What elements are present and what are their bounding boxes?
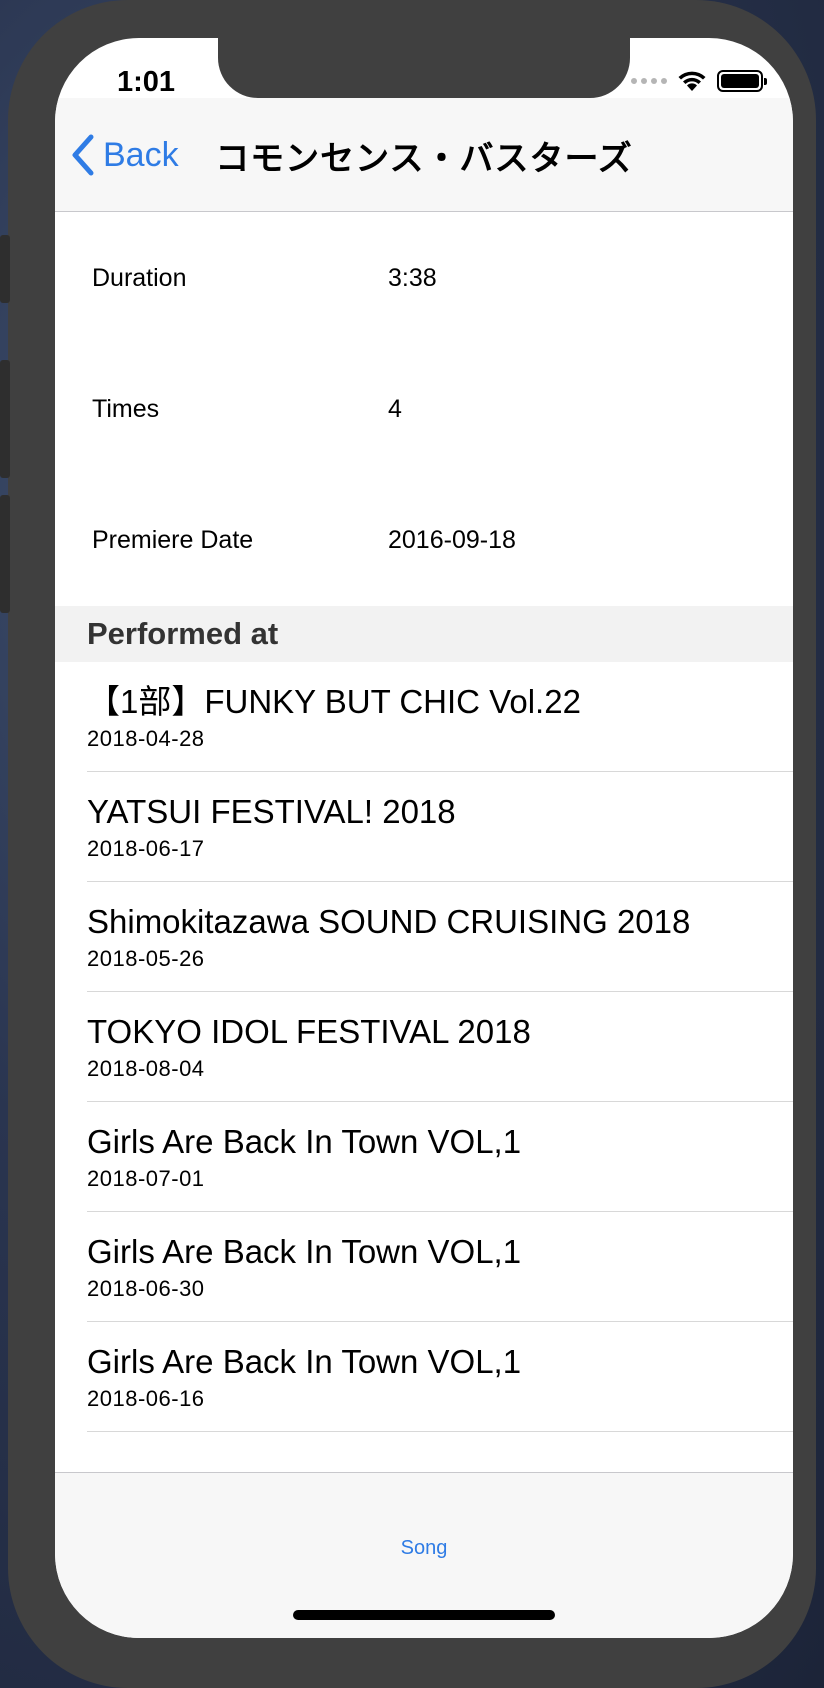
- wifi-icon: [678, 71, 706, 91]
- detail-value: 3:38: [388, 264, 437, 292]
- notch: [218, 38, 630, 98]
- phone-screen: 1:01 Back コモンセンス・バスターズ Duration 3:38 Tim…: [55, 38, 793, 1638]
- home-indicator[interactable]: [293, 1610, 555, 1620]
- performance-list-item[interactable]: Girls Are Back In Town VOL,1 2018-07-01: [87, 1102, 793, 1212]
- detail-row-duration: Duration 3:38: [55, 213, 793, 344]
- content-area: Duration 3:38 Times 4 Premiere Date 2016…: [55, 213, 793, 1432]
- performance-name: 【1部】FUNKY BUT CHIC Vol.22: [87, 682, 581, 720]
- performance-name: TOKYO IDOL FESTIVAL 2018: [87, 1012, 531, 1050]
- section-header-performed-at: Performed at: [55, 606, 793, 662]
- performance-name: Girls Are Back In Town VOL,1: [87, 1122, 522, 1160]
- performance-list-item[interactable]: TOKYO IDOL FESTIVAL 2018 2018-08-04: [87, 992, 793, 1102]
- performance-date: 2018-04-28: [87, 725, 205, 751]
- performance-name: Girls Are Back In Town VOL,1: [87, 1232, 522, 1270]
- performance-list-item[interactable]: 【1部】FUNKY BUT CHIC Vol.22 2018-04-28: [87, 662, 793, 772]
- performance-date: 2018-07-01: [87, 1165, 205, 1191]
- tab-song[interactable]: Song: [55, 1537, 793, 1560]
- detail-row-times: Times 4: [55, 344, 793, 475]
- battery-icon: [717, 70, 767, 92]
- device-frame: 1:01 Back コモンセンス・バスターズ Duration 3:38 Tim…: [0, 0, 816, 1688]
- performance-list-item[interactable]: Girls Are Back In Town VOL,1 2018-06-16: [87, 1322, 793, 1432]
- performance-date: 2018-08-04: [87, 1055, 205, 1081]
- detail-label: Times: [92, 395, 160, 423]
- side-button: [0, 235, 10, 303]
- navigation-bar: Back コモンセンス・バスターズ: [55, 98, 793, 212]
- performance-date: 2018-06-16: [87, 1385, 205, 1411]
- detail-label: Premiere Date: [92, 526, 254, 554]
- performance-list-item[interactable]: Shimokitazawa SOUND CRUISING 2018 2018-0…: [87, 882, 793, 992]
- performance-name: YATSUI FESTIVAL! 2018: [87, 792, 456, 830]
- performance-name: Girls Are Back In Town VOL,1: [87, 1342, 522, 1380]
- detail-value: 2016-09-18: [388, 526, 516, 554]
- detail-row-premiere-date: Premiere Date 2016-09-18: [55, 475, 793, 606]
- page-title: コモンセンス・バスターズ: [215, 139, 633, 178]
- performance-list-item[interactable]: YATSUI FESTIVAL! 2018 2018-06-17: [87, 772, 793, 882]
- volume-down-button: [0, 495, 10, 613]
- detail-value: 4: [388, 395, 402, 423]
- cellular-signal-icon: [631, 78, 667, 84]
- performance-name: Shimokitazawa SOUND CRUISING 2018: [87, 902, 691, 940]
- detail-label: Duration: [92, 264, 187, 292]
- status-time: 1:01: [117, 66, 176, 98]
- performance-date: 2018-06-30: [87, 1275, 205, 1301]
- performance-date: 2018-06-17: [87, 835, 205, 861]
- volume-up-button: [0, 360, 10, 478]
- status-icons: [631, 70, 767, 92]
- performance-date: 2018-05-26: [87, 945, 205, 971]
- performance-list-item[interactable]: Girls Are Back In Town VOL,1 2018-06-30: [87, 1212, 793, 1322]
- performance-list: 【1部】FUNKY BUT CHIC Vol.22 2018-04-28 YAT…: [55, 662, 793, 1432]
